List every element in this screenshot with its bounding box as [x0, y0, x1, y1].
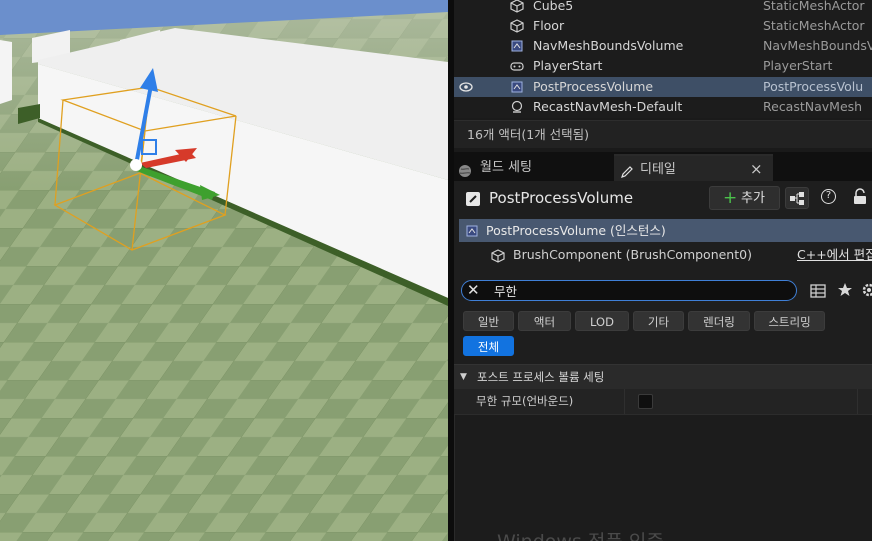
outliner-row[interactable]: PlayerStart PlayerStart [454, 56, 872, 76]
add-button-label: 추가 [741, 191, 765, 206]
details-empty-area: Windows 정품 인증 [454, 415, 872, 541]
outliner-item-type: RecastNavMesh [763, 99, 863, 114]
table-view-icon[interactable] [810, 283, 826, 302]
navmesh-icon [510, 100, 524, 114]
outliner-item-name: RecastNavMesh-Default [533, 99, 683, 114]
outliner-item-type: NavMeshBoundsV [763, 38, 872, 53]
world-outliner[interactable]: Cube5 StaticMeshActor Floor StaticMeshAc… [454, 0, 872, 118]
tab-label: 월드 세팅 [480, 160, 532, 175]
visibility-eye-icon[interactable] [458, 77, 474, 99]
volume-icon [510, 39, 524, 53]
tab-label: 디테일 [640, 162, 676, 177]
activation-watermark: Windows 정품 인증 [497, 527, 664, 541]
panel-tab-bar: 월드 세팅 디테일 × [454, 152, 872, 183]
outliner-item-type: PostProcessVolu [763, 79, 864, 94]
category-header[interactable]: ▼ 포스트 프로세스 볼륨 세팅 [454, 364, 872, 389]
unbound-checkbox[interactable] [638, 394, 653, 409]
filter-all[interactable]: 전체 [463, 336, 514, 356]
instance-label: PostProcessVolume (인스턴스) [486, 223, 666, 238]
lock-button[interactable] [851, 187, 872, 209]
actor-count-status: 16개 액터(1개 선택됨) [454, 120, 872, 148]
edit-in-cpp-link[interactable]: C++에서 편집 [797, 244, 872, 266]
category-label: 포스트 프로세스 볼륨 세팅 [477, 370, 605, 384]
outliner-row-selected[interactable]: PostProcessVolume PostProcessVolu [454, 77, 872, 97]
help-button[interactable]: ? [818, 187, 842, 209]
help-icon: ? [821, 189, 836, 204]
settings-gear-icon[interactable] [861, 282, 872, 301]
component-cube-icon [491, 248, 505, 270]
lock-icon [851, 188, 871, 210]
details-search-box[interactable]: ✕ [461, 280, 797, 301]
outliner-item-name: PostProcessVolume [533, 79, 654, 94]
outliner-item-type: StaticMeshActor [763, 18, 865, 33]
volume-icon [465, 223, 479, 246]
outliner-item-type: StaticMeshActor [763, 0, 865, 13]
outliner-row[interactable]: NavMeshBoundsVolume NavMeshBoundsV [454, 36, 872, 56]
filter-actor[interactable]: 액터 [518, 311, 571, 331]
filter-misc[interactable]: 기타 [633, 311, 684, 331]
outliner-item-name: Floor [533, 18, 565, 33]
close-tab-icon[interactable]: × [750, 156, 763, 183]
static-mesh-icon [510, 19, 524, 33]
outliner-row[interactable]: Cube5 StaticMeshActor [454, 0, 872, 16]
property-row: 무한 규모(언바운드) [454, 389, 872, 415]
component-row[interactable]: BrushComponent (BrushComponent0) C++에서 편… [459, 244, 872, 266]
details-header: PostProcessVolume + 추가 ? [454, 181, 872, 217]
column-divider [857, 389, 858, 414]
actor-type-icon [465, 191, 481, 210]
collapse-triangle-icon[interactable]: ▼ [460, 365, 467, 389]
clear-search-icon[interactable]: ✕ [467, 282, 480, 299]
player-start-icon [510, 59, 524, 73]
details-search-input[interactable] [494, 282, 784, 299]
outliner-item-name: PlayerStart [533, 58, 603, 73]
column-divider[interactable] [624, 389, 625, 414]
component-instance-row[interactable]: PostProcessVolume (인스턴스) [459, 219, 872, 242]
outliner-item-name: NavMeshBoundsVolume [533, 38, 684, 53]
filter-rendering[interactable]: 렌더링 [688, 311, 750, 331]
outliner-item-name: Cube5 [533, 0, 574, 13]
plus-icon: + [723, 188, 738, 208]
static-mesh-icon [510, 0, 524, 13]
blueprint-icon [786, 192, 808, 211]
outliner-row[interactable]: RecastNavMesh-Default RecastNavMesh [454, 97, 872, 117]
level-viewport[interactable] [0, 0, 448, 541]
tab-world-settings[interactable]: 월드 세팅 [458, 154, 614, 181]
details-actor-title: PostProcessVolume [489, 189, 634, 207]
add-component-button[interactable]: + 추가 [709, 186, 780, 210]
filter-streaming[interactable]: 스트리밍 [754, 311, 825, 331]
tab-details[interactable]: 디테일 × [614, 154, 773, 183]
component-label: BrushComponent (BrushComponent0) [513, 247, 752, 262]
outliner-item-type: PlayerStart [763, 58, 833, 73]
property-label: 무한 규모(언바운드) [476, 394, 574, 408]
blueprint-button[interactable] [785, 187, 809, 209]
viewport-scene[interactable] [0, 0, 448, 541]
details-panel: PostProcessVolume + 추가 ? PostProcessVolu… [454, 181, 872, 541]
filter-lod[interactable]: LOD [575, 311, 629, 331]
editor-side-panel: Cube5 StaticMeshActor Floor StaticMeshAc… [454, 0, 872, 541]
editor-window: Cube5 StaticMeshActor Floor StaticMeshAc… [0, 0, 872, 541]
filter-general[interactable]: 일반 [463, 311, 514, 331]
volume-icon [510, 80, 524, 94]
favorites-star-icon[interactable] [837, 282, 853, 301]
outliner-row[interactable]: Floor StaticMeshActor [454, 16, 872, 36]
